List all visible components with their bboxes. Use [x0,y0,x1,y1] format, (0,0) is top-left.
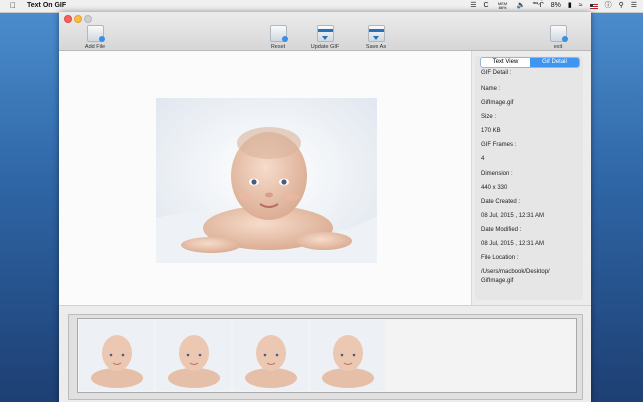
battery-percent[interactable]: 8% [551,0,561,12]
gif-frame-1[interactable] [79,320,154,391]
name-value: GifImage.gif [481,100,514,106]
app-window: Add File Reset Update GIF Save As exit T… [59,12,591,402]
gif-preview-image [156,98,377,263]
battery-icon[interactable]: ▮ [568,0,572,12]
menu-icon[interactable]: ☰ [631,0,637,12]
memory-indicator[interactable]: MEM 86% [496,2,510,10]
date-modified-value: 08 Jul, 2015 , 12:31 AM [481,241,545,247]
exit-button[interactable]: exit [538,25,578,50]
flag-icon[interactable] [589,3,598,9]
panel-divider [471,51,472,305]
exit-label: exit [553,44,563,50]
gif-frame-3[interactable] [233,320,308,391]
gif-frame-4[interactable] [310,320,385,391]
frames-divider [59,305,591,306]
detail-heading: GIF Detail : [481,70,512,76]
add-file-button[interactable]: Add File [75,25,115,50]
letter-c-indicator[interactable]: C [484,0,489,12]
tab-text-view[interactable]: Text View [481,58,530,67]
minimize-window-button[interactable] [74,15,82,23]
file-location-label: File Location : [481,255,519,261]
date-created-label: Date Created : [481,199,521,205]
list-icon[interactable]: ☰ [470,0,476,12]
zoom-window-button[interactable] [84,15,92,23]
date-created-value: 08 Jul, 2015 , 12:31 AM [481,213,545,219]
file-location-filename: GifImage.gif [481,278,514,284]
size-label: Size : [481,114,497,120]
gif-frame-2[interactable] [156,320,231,391]
tab-gif-detail[interactable]: Gif Detail [530,58,579,67]
dimension-label: Dimension : [481,171,513,177]
update-gif-label: Update GIF [310,44,340,50]
save-as-label: Save As [365,44,387,50]
bluetooth-icon[interactable]: ᙲ [532,0,543,12]
app-name-menu[interactable]: Text On GIF [27,0,66,12]
save-as-button[interactable]: Save As [356,25,396,50]
frames-label: GIF Frames : [481,142,517,148]
add-file-label: Add File [84,44,106,50]
exit-icon [549,25,568,42]
update-gif-button[interactable]: Update GIF [305,25,345,50]
apple-icon[interactable]:  [10,0,16,12]
save-as-icon [367,25,385,42]
wifi-icon[interactable]: ≈ [579,0,583,12]
detail-panel: Text View Gif Detail GIF Detail : Name :… [475,56,583,300]
info-icon[interactable]: ⓘ [605,0,612,12]
reset-label: Reset [270,44,286,50]
preview-area [59,51,471,305]
close-window-button[interactable] [64,15,72,23]
date-modified-label: Date Modified : [481,227,522,233]
frames-value: 4 [481,156,485,162]
toolbar: Add File Reset Update GIF Save As exit [59,12,591,51]
file-location-path: /Users/macbook/Desktop/ [481,269,550,275]
reset-icon [269,25,288,42]
update-gif-icon [316,25,334,42]
memory-value: 86% [498,5,507,10]
search-icon[interactable]: ⚲ [619,0,624,12]
add-file-icon [86,25,105,42]
frames-strip [77,318,577,393]
volume-icon[interactable]: 🔈 [517,0,526,12]
dimension-value: 440 x 330 [481,185,508,191]
status-area: ☰ C MEM 86% 🔈 ᙲ 8% ▮ ≈ ⓘ ⚲ ☰ [470,0,637,12]
size-value: 170 KB [481,128,501,134]
reset-button[interactable]: Reset [258,25,298,50]
name-label: Name : [481,86,501,92]
view-segmented-control: Text View Gif Detail [480,57,580,68]
